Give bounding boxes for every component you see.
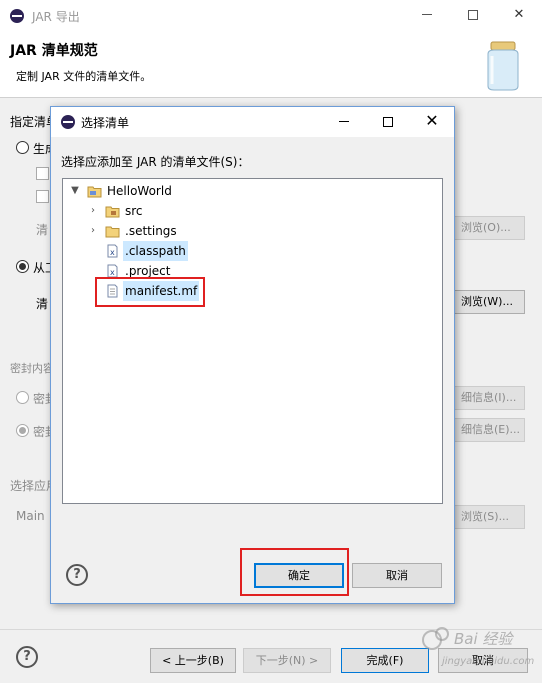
close-icon: ✕ (425, 111, 439, 130)
wizard-page-description: 定制 JAR 文件的清单文件。 (16, 70, 152, 83)
back-button[interactable]: < 上一步(B) (150, 648, 236, 673)
outer-window-title: JAR 导出 (32, 10, 80, 24)
tree-item-helloworld[interactable]: ▼ HelloWorld (63, 181, 442, 201)
svg-text:x: x (110, 268, 115, 277)
dialog-title-bar: 选择清单 ✕ (51, 107, 454, 137)
tree-item-classpath[interactable]: x .classpath (63, 241, 442, 261)
use-existing-manifest-radio[interactable] (16, 260, 29, 273)
svg-text:jingyan.baidu.com: jingyan.baidu.com (440, 656, 535, 667)
xml-file-icon: x (107, 264, 118, 278)
dialog-prompt: 选择应添加至 JAR 的清单文件(S)： (61, 155, 250, 169)
chevron-down-icon[interactable]: ▼ (70, 181, 80, 201)
dialog-close-button[interactable]: ✕ (410, 107, 454, 137)
ok-button[interactable]: 确定 (254, 563, 344, 588)
seal-jar-radio[interactable] (16, 391, 29, 404)
annotation-highlight-manifest (95, 277, 205, 307)
maximize-icon (468, 9, 478, 20)
tree-item-label: .settings (125, 224, 177, 238)
chevron-right-icon[interactable]: › (88, 221, 98, 241)
eclipse-logo-icon (10, 9, 24, 23)
tree-item-label: src (125, 204, 143, 218)
browse-button-1[interactable]: 浏览(O)... (454, 216, 525, 240)
manifest-spec-label: 指定清单 (10, 115, 55, 129)
project-folder-icon (87, 186, 102, 198)
eclipse-logo-icon (61, 115, 75, 129)
jar-icon (487, 41, 519, 91)
wizard-page-title: JAR 清单规范 (10, 43, 98, 59)
xml-file-icon: x (107, 244, 118, 258)
chevron-right-icon[interactable]: › (88, 201, 98, 221)
dialog-title: 选择清单 (81, 116, 130, 130)
svg-text:x: x (110, 248, 115, 257)
select-entry-label: 选择应用 (10, 479, 50, 493)
browse-main-class-button[interactable]: 浏览(S)... (454, 505, 525, 529)
close-button[interactable]: ✕ (496, 0, 542, 32)
generate-manifest-radio[interactable] (16, 141, 29, 154)
outer-title-bar: JAR 导出 ✕ (0, 0, 542, 32)
tree-item-label: HelloWorld (107, 184, 172, 198)
manifest-path-label-1: 清 (36, 223, 49, 237)
minimize-button[interactable] (404, 0, 450, 32)
svg-text:Bai 经验: Bai 经验 (454, 630, 514, 648)
option-checkbox-2[interactable] (36, 190, 49, 203)
next-button[interactable]: 下一步(N) > (243, 648, 331, 673)
wizard-header: JAR 清单规范 定制 JAR 文件的清单文件。 (0, 32, 542, 98)
package-folder-icon (105, 206, 120, 218)
tree-item-src[interactable]: › src (63, 201, 442, 221)
workspace-tree[interactable]: ▼ HelloWorld › src › .settings x .classp… (62, 178, 443, 504)
select-manifest-dialog: 选择清单 ✕ 选择应添加至 JAR 的清单文件(S)： ▼ HelloWorld… (50, 106, 455, 604)
generate-manifest-label: 生成 (33, 142, 50, 156)
close-icon: ✕ (513, 7, 525, 22)
maximize-icon (383, 116, 393, 127)
dialog-help-icon[interactable]: ? (66, 564, 88, 586)
help-icon[interactable]: ? (16, 646, 38, 668)
use-existing-manifest-label: 从工 (33, 261, 50, 275)
folder-icon (105, 226, 120, 238)
seal-packages-label: 密封 (33, 425, 50, 439)
dialog-cancel-button[interactable]: 取消 (352, 563, 442, 588)
main-class-label: Main (16, 509, 45, 523)
browse-workspace-button[interactable]: 浏览(W)... (454, 290, 525, 314)
seal-details-button-2[interactable]: 细信息(E)... (454, 418, 525, 442)
seal-contents-label: 密封内容 (10, 362, 50, 375)
tree-item-settings[interactable]: › .settings (63, 221, 442, 241)
dialog-maximize-button[interactable] (366, 107, 410, 137)
option-checkbox-1[interactable] (36, 167, 49, 180)
finish-button[interactable]: 完成(F) (341, 648, 429, 673)
baidu-jingyan-watermark: Bai 经验 jingyan.baidu.com (422, 627, 535, 667)
tree-item-label: .classpath (123, 241, 188, 261)
seal-packages-radio[interactable] (16, 424, 29, 437)
seal-jar-label: 密封 (33, 392, 50, 406)
minimize-icon (339, 121, 349, 122)
dialog-minimize-button[interactable] (322, 107, 366, 137)
minimize-icon (422, 14, 432, 15)
seal-details-button-1[interactable]: 细信息(I)... (454, 386, 525, 410)
maximize-button[interactable] (450, 0, 496, 32)
manifest-path-label-2: 清 (36, 297, 49, 311)
